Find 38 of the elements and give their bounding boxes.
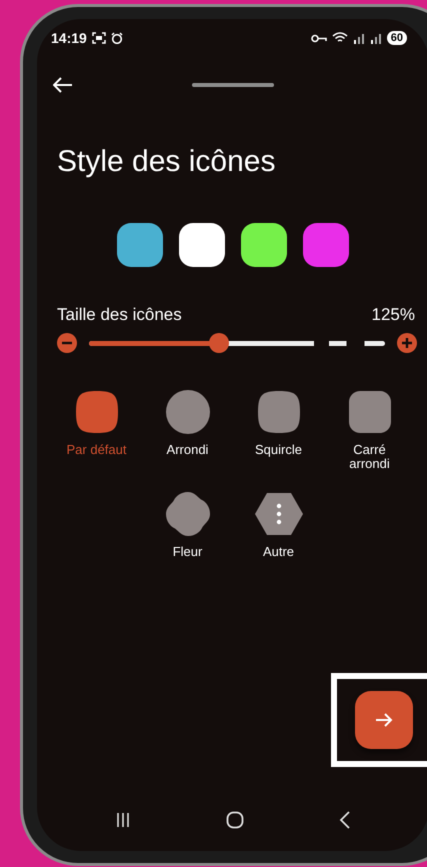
color-swatch[interactable] <box>303 223 349 267</box>
recent-apps-icon[interactable] <box>114 812 131 828</box>
shape-option[interactable]: Fleur <box>142 491 233 559</box>
flower-icon <box>164 491 210 537</box>
minus-icon[interactable] <box>57 333 77 353</box>
battery-level: 60 <box>386 31 407 45</box>
circle-icon <box>164 389 210 435</box>
slider-track[interactable] <box>89 333 385 353</box>
slider-label: Taille des icônes <box>57 305 182 325</box>
slider-thumb[interactable] <box>209 333 230 353</box>
color-swatch[interactable] <box>179 223 225 267</box>
right-arrow-icon <box>375 712 393 728</box>
screenshot-icon <box>92 32 106 44</box>
signal-icon <box>370 32 382 44</box>
shape-option[interactable]: Par défaut <box>51 389 142 471</box>
page-title: Style des icônes <box>57 145 276 179</box>
rounded-square-icon <box>346 389 392 435</box>
wifi-icon <box>332 32 348 44</box>
drag-handle[interactable] <box>192 83 274 87</box>
signal-icon <box>352 32 365 44</box>
shape-option[interactable]: Carré arrondi <box>324 389 415 471</box>
hexagon-more-icon <box>254 491 304 537</box>
key-icon <box>310 34 327 42</box>
back-arrow-icon[interactable] <box>53 77 73 93</box>
color-swatch[interactable] <box>241 223 287 267</box>
color-swatch[interactable] <box>117 223 163 267</box>
plus-icon[interactable] <box>397 333 417 353</box>
home-icon[interactable] <box>226 811 244 829</box>
shape-option[interactable]: Autre <box>233 491 324 559</box>
squircle-icon <box>74 389 120 435</box>
slider-reading: 125% <box>372 305 415 325</box>
back-icon[interactable] <box>339 811 352 829</box>
next-button[interactable] <box>355 691 413 749</box>
shape-option[interactable]: Arrondi <box>142 389 233 471</box>
alarm-icon <box>110 32 123 44</box>
shape-option[interactable]: Squircle <box>233 389 324 471</box>
status-time: 14:19 <box>51 30 87 46</box>
squircle-icon <box>256 389 302 435</box>
